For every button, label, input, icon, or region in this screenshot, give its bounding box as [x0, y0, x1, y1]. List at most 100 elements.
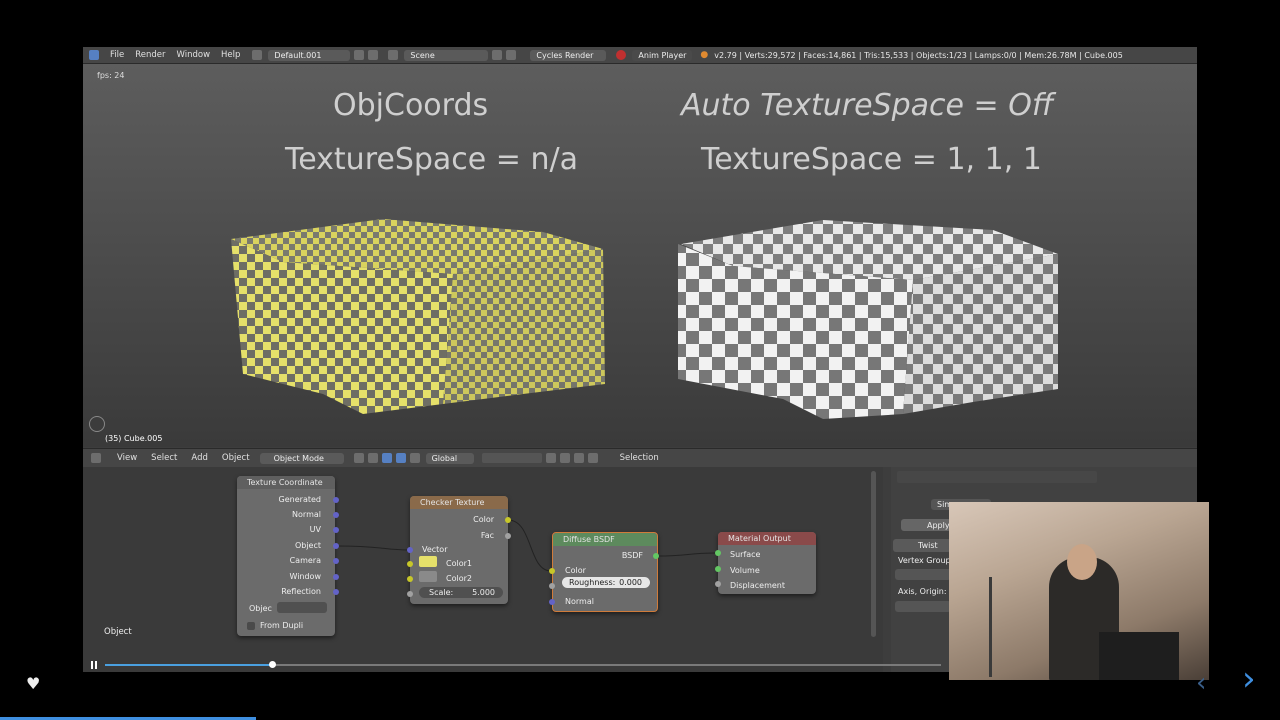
socket-camera[interactable]: [333, 558, 339, 564]
node-title: Diffuse BSDF: [553, 533, 657, 546]
scale-field[interactable]: Scale: 5.000: [419, 587, 503, 598]
shading-icon[interactable]: [353, 453, 364, 463]
color2-swatch[interactable]: [419, 571, 437, 582]
node-tree-type-label: Object: [104, 627, 132, 637]
pivot-icon[interactable]: [367, 453, 378, 463]
origin-object-field[interactable]: [895, 601, 951, 612]
node-editor-scrollbar[interactable]: [871, 471, 876, 637]
add-layout-icon[interactable]: [354, 50, 365, 60]
socket-displacement[interactable]: [715, 581, 721, 587]
seek-handle[interactable]: [269, 661, 277, 668]
object-field[interactable]: [277, 602, 327, 613]
twist-tab[interactable]: Twist: [893, 539, 951, 552]
socket-diffuse-normal[interactable]: [549, 599, 555, 605]
3d-viewport[interactable]: fps: 24 ObjCoords TextureSpace = n/a Aut…: [83, 64, 1197, 447]
vertex-group-field[interactable]: [895, 569, 951, 580]
scene-field[interactable]: Scene: [404, 49, 489, 61]
layout-field[interactable]: Default.001: [268, 49, 351, 61]
socket-checker-color1[interactable]: [407, 561, 413, 567]
snap-icon[interactable]: [559, 453, 570, 463]
proportional-icon[interactable]: [573, 453, 584, 463]
apply-button[interactable]: Apply: [901, 519, 951, 531]
socket-checker-fac[interactable]: [505, 533, 511, 539]
input-vector: Vector: [422, 545, 448, 554]
yellow-checker-mesh[interactable]: [223, 214, 613, 424]
output-window: Window: [289, 572, 321, 581]
layout-icon[interactable]: [252, 50, 263, 60]
texture-coordinate-node[interactable]: Texture Coordinate Generated Normal UV O…: [237, 476, 335, 636]
add-scene-icon[interactable]: [492, 50, 503, 60]
socket-checker-color[interactable]: [505, 517, 511, 523]
socket-bsdf-out[interactable]: [653, 553, 659, 559]
menu-add[interactable]: Add: [191, 453, 207, 463]
render-icon[interactable]: [587, 453, 598, 463]
socket-checker-color2[interactable]: [407, 576, 413, 582]
socket-generated[interactable]: [333, 497, 339, 503]
render-engine-select[interactable]: Cycles Render: [530, 49, 607, 61]
output-bsdf: BSDF: [621, 551, 643, 560]
layers-icon[interactable]: [481, 453, 542, 463]
lock-icon[interactable]: [545, 453, 556, 463]
pause-icon[interactable]: [91, 661, 99, 669]
from-dupli-checkbox[interactable]: [247, 622, 255, 630]
socket-volume[interactable]: [715, 566, 721, 572]
scene-icon[interactable]: [388, 50, 399, 60]
roughness-value: 0.000: [619, 578, 642, 587]
output-camera: Camera: [289, 556, 321, 565]
socket-window[interactable]: [333, 574, 339, 580]
socket-normal[interactable]: [333, 512, 339, 518]
checker-texture-node[interactable]: Checker Texture Color Fac Vector Color1 …: [410, 496, 508, 604]
scale-label: Scale:: [429, 588, 454, 597]
left-title: ObjCoords: [333, 88, 489, 123]
presenter-head: [1067, 544, 1097, 580]
info-editor-icon[interactable]: [89, 50, 99, 60]
menu-file[interactable]: File: [110, 50, 124, 60]
input-color1: Color1: [446, 559, 472, 568]
orientation-select[interactable]: Global: [425, 452, 474, 464]
menu-help[interactable]: Help: [221, 50, 240, 60]
manipulator-icon[interactable]: [381, 453, 392, 463]
socket-checker-scale[interactable]: [407, 591, 413, 597]
socket-surface[interactable]: [715, 550, 721, 556]
axis-origin-label: Axis, Origin:: [898, 587, 947, 596]
translate-icon[interactable]: [395, 453, 406, 463]
seek-progress: [105, 664, 273, 666]
menu-view[interactable]: View: [117, 453, 137, 463]
stop-icon[interactable]: [616, 50, 627, 60]
menu-object[interactable]: Object: [222, 453, 250, 463]
fps-readout: fps: 24: [97, 71, 125, 80]
anim-player-button[interactable]: Anim Player: [632, 49, 693, 61]
menu-select[interactable]: Select: [151, 453, 177, 463]
close-layout-icon[interactable]: [368, 50, 379, 60]
roughness-field[interactable]: Roughness: 0.000: [562, 577, 650, 588]
color1-swatch[interactable]: [419, 556, 437, 567]
menu-render[interactable]: Render: [135, 50, 165, 60]
node-editor-canvas[interactable]: Texture Coordinate Generated Normal UV O…: [83, 467, 883, 672]
video-player-bar: [83, 657, 949, 673]
close-scene-icon[interactable]: [506, 50, 517, 60]
socket-reflection[interactable]: [333, 589, 339, 595]
vertex-group-label: Vertex Group: [898, 556, 951, 565]
socket-checker-vector[interactable]: [407, 547, 413, 553]
properties-tabs[interactable]: [897, 471, 1097, 483]
editor-type-icon[interactable]: [91, 453, 101, 463]
socket-diffuse-color[interactable]: [549, 568, 555, 574]
selection-label: Selection: [619, 453, 659, 463]
menu-window[interactable]: Window: [177, 50, 211, 60]
blender-logo-icon: ●: [700, 50, 709, 60]
next-arrow-icon[interactable]: ›: [1242, 662, 1256, 696]
diffuse-bsdf-node[interactable]: Diffuse BSDF BSDF Color Roughness: 0.000…: [552, 532, 658, 612]
input-volume: Volume: [730, 566, 760, 575]
laptop: [1099, 632, 1179, 680]
socket-uv[interactable]: [333, 527, 339, 533]
white-checker-mesh[interactable]: [673, 214, 1073, 429]
mode-select[interactable]: Object Mode: [259, 452, 344, 464]
heart-icon[interactable]: ♥: [26, 674, 40, 693]
rotate-icon[interactable]: [409, 453, 420, 463]
prev-arrow-icon[interactable]: ‹: [1196, 668, 1206, 698]
output-generated: Generated: [278, 495, 321, 504]
output-object: Object: [294, 541, 321, 550]
socket-object[interactable]: [333, 543, 339, 549]
socket-diffuse-roughness[interactable]: [549, 583, 555, 589]
material-output-node[interactable]: Material Output Surface Volume Displacem…: [718, 532, 816, 594]
